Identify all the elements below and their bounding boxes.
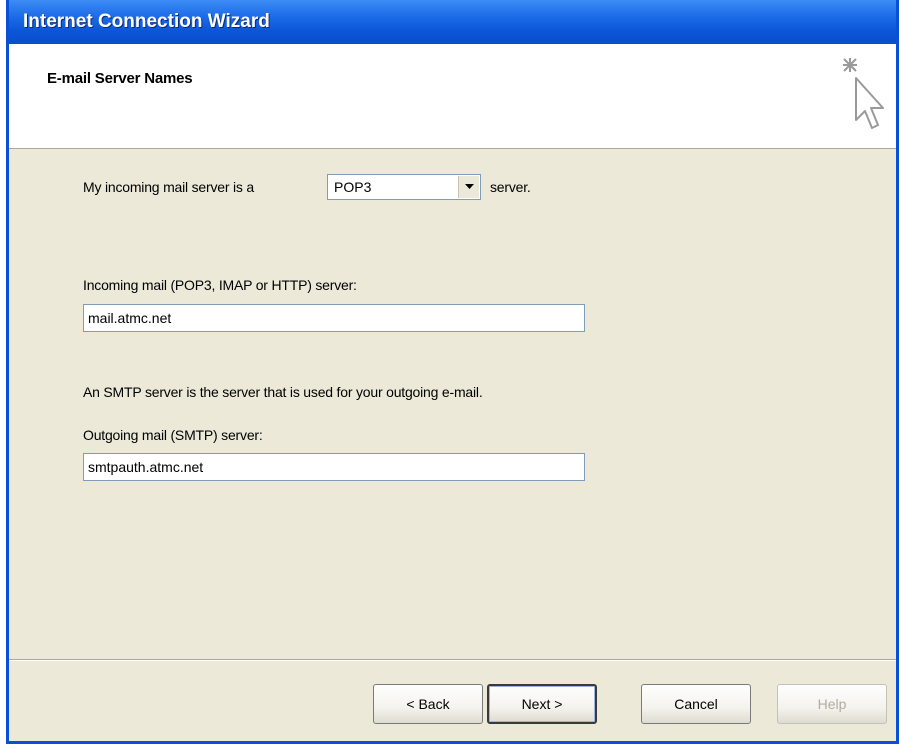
incoming-type-prefix-label: My incoming mail server is a [83, 179, 254, 195]
incoming-server-type-select[interactable]: POP3 [327, 174, 481, 200]
incoming-server-label: Incoming mail (POP3, IMAP or HTTP) serve… [83, 277, 357, 293]
back-button[interactable]: < Back [373, 684, 483, 724]
incoming-server-input[interactable] [83, 304, 585, 332]
wizard-header: E-mail Server Names [9, 44, 896, 149]
wizard-window: Internet Connection Wizard E-mail Server… [6, 0, 899, 744]
cancel-button[interactable]: Cancel [641, 684, 751, 724]
next-button[interactable]: Next > [487, 684, 597, 724]
help-button[interactable]: Help [777, 684, 887, 724]
smtp-note: An SMTP server is the server that is use… [83, 384, 483, 400]
footer-divider [9, 659, 896, 661]
incoming-server-type-value: POP3 [334, 179, 372, 195]
wizard-content: My incoming mail server is a POP3 server… [9, 149, 896, 659]
chevron-down-icon[interactable] [458, 176, 479, 198]
outgoing-server-input[interactable] [83, 453, 585, 481]
page-title: E-mail Server Names [47, 70, 193, 87]
window-title: Internet Connection Wizard [23, 11, 270, 32]
title-bar[interactable]: Internet Connection Wizard [9, 0, 896, 44]
wizard-footer: < Back Next > Cancel Help [9, 659, 896, 741]
outgoing-server-label: Outgoing mail (SMTP) server: [83, 427, 263, 443]
wizard-cursor-sparkle-icon [843, 58, 884, 129]
incoming-type-suffix-label: server. [490, 179, 531, 195]
